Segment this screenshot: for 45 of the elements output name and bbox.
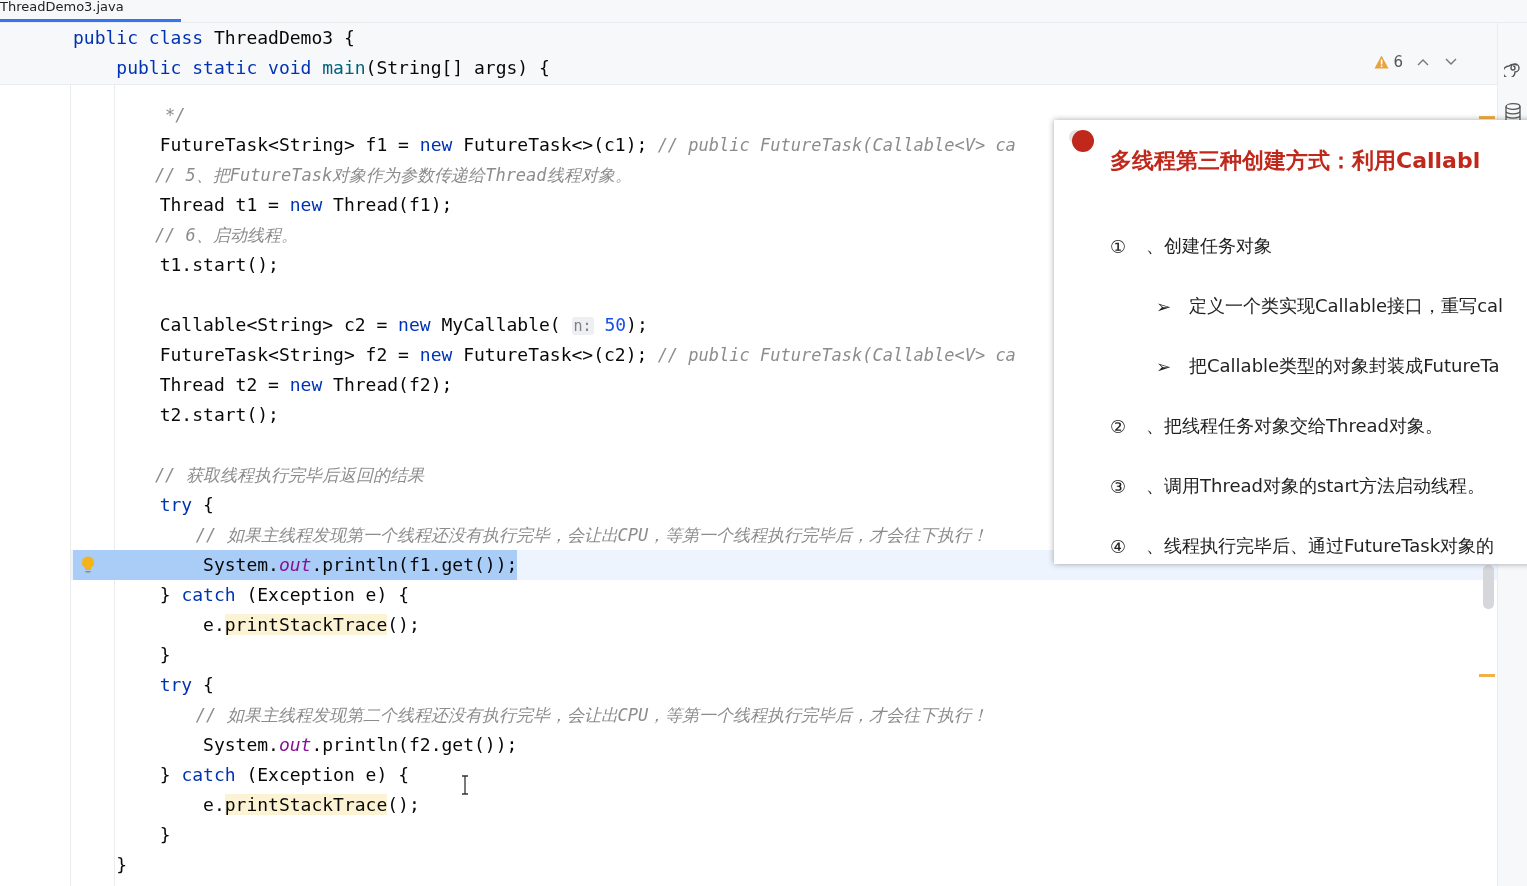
code-line: // 获取线程执行完毕后返回的结果 [153, 464, 424, 487]
slide-title: 多线程第三种创建方式：利用Callabl [1110, 147, 1481, 175]
step-number: ③ [1110, 475, 1128, 497]
code-line: } [158, 643, 171, 667]
warning-count: 6 [1393, 53, 1403, 71]
code-line: // 5、把FutureTask对象作为参数传递给Thread线程对象。 [153, 164, 632, 187]
code-line: } [158, 823, 171, 847]
database-icon[interactable] [1504, 103, 1521, 123]
code-line: System.out.println(f2.get()); [202, 733, 518, 757]
bullet-marker: ➢ [1156, 355, 1173, 377]
step-number: ② [1110, 415, 1128, 437]
code-line: public class ThreadDemo3 { [73, 26, 355, 50]
code-line: FutureTask<String> f2 = new FutureTask<>(c2); // public FutureTask(Callable<V> ca [158, 343, 1016, 367]
slide-text: 、调用Thread对象的start方法启动线程。 [1146, 474, 1485, 498]
chevron-up-icon[interactable] [1417, 58, 1429, 66]
slide-text: 、线程执行完毕后、通过FutureTask对象的 [1146, 534, 1495, 558]
code-line: // 6、启动线程。 [153, 224, 298, 247]
code-line: Thread t1 = new Thread(f1); [158, 193, 453, 217]
code-line: */ [164, 104, 186, 127]
code-line: Thread t2 = new Thread(f2); [158, 373, 453, 397]
code-line: try { [158, 673, 214, 697]
text-cursor-icon [460, 775, 470, 795]
slide-text: 、把线程任务对象交给Thread对象。 [1146, 414, 1443, 438]
bullet-marker: ➢ [1156, 295, 1173, 317]
chevron-down-icon[interactable] [1445, 58, 1457, 66]
code-line: // 如果主线程发现第一个线程还没有执行完毕，会让出CPU，等第一个线程执行完毕后，才会往下执行！ [194, 524, 989, 547]
slide-text: 把Callable类型的对象封装成FutureTa [1189, 354, 1500, 378]
code-line: t1.start(); [158, 253, 279, 277]
step-number: ④ [1110, 535, 1128, 557]
code-line: try { [158, 493, 214, 517]
scrollbar-thumb[interactable] [1483, 565, 1494, 609]
slide-text: 、创建任务对象 [1146, 234, 1272, 258]
lightbulb-icon[interactable] [81, 556, 95, 574]
warning-icon[interactable] [1374, 55, 1390, 69]
code-line: Callable<String> c2 = new MyCallable( n: 50); [158, 312, 648, 337]
step-number: ① [1110, 235, 1128, 257]
code-line: public static void main(String[] args) { [115, 56, 550, 80]
code-line: FutureTask<String> f1 = new FutureTask<>(c1); // public FutureTask(Callable<V> ca [158, 133, 1016, 157]
code-line: t2.start(); [158, 403, 279, 427]
slide-text: 定义一个类实现Callable接口，重写cal [1189, 294, 1504, 318]
code-line: } [115, 853, 128, 877]
code-line: } catch (Exception e) { [158, 763, 409, 787]
warning-stripe[interactable] [1479, 116, 1495, 119]
code-line: // 如果主线程发现第二个线程还没有执行完毕，会让出CPU，等第一个线程执行完毕后，才会往下执行！ [194, 704, 989, 727]
code-line: } catch (Exception e) { [158, 583, 409, 607]
